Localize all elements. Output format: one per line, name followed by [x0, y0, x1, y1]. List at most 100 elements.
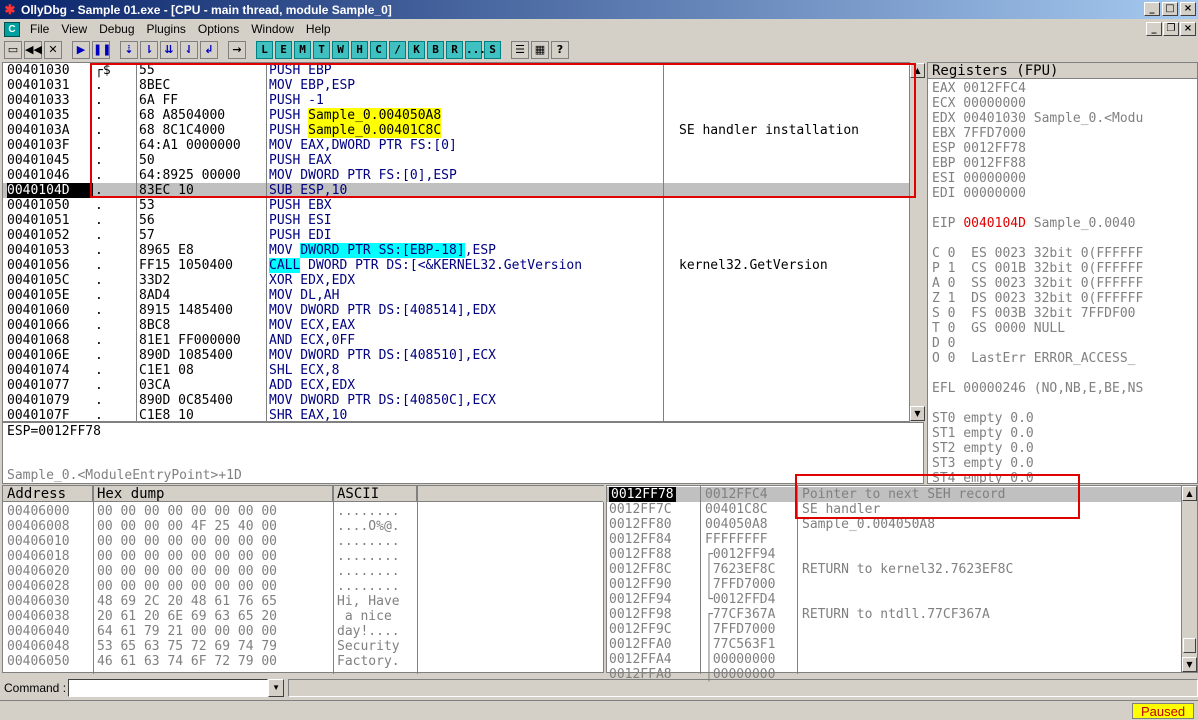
- trace-over-icon[interactable]: ⇃: [180, 41, 198, 59]
- toolbar-references-button[interactable]: R: [446, 41, 463, 59]
- execute-till-return-icon[interactable]: ↲: [200, 41, 218, 59]
- menu-file[interactable]: File: [24, 22, 55, 36]
- register-line[interactable]: ST2 empty 0.0: [932, 441, 1034, 456]
- register-line[interactable]: EFL 00000246 (NO,NB,E,BE,NS: [932, 381, 1143, 396]
- dump-col-hex[interactable]: Hex dump: [93, 486, 333, 502]
- trace-into-icon[interactable]: ⇊: [160, 41, 178, 59]
- goto-icon[interactable]: →: [228, 41, 246, 59]
- register-line[interactable]: T 0 GS 0000 NULL: [932, 321, 1065, 336]
- disasm-row[interactable]: 0040105C. 33D2 XOR EDX,EDX: [3, 273, 911, 288]
- dump-pane[interactable]: Address Hex dump ASCII 00406000 00 00 00 …: [2, 485, 605, 674]
- toolbar-memory-button[interactable]: M: [294, 41, 311, 59]
- disasm-row[interactable]: 00401079. 890D 0C85400 MOV DWORD PTR DS:[4…: [3, 393, 911, 408]
- minimize-button[interactable]: _: [1144, 2, 1160, 16]
- menu-plugins[interactable]: Plugins: [141, 22, 192, 36]
- mdi-restore-button[interactable]: ❐: [1163, 22, 1179, 36]
- register-line[interactable]: ST3 empty 0.0: [932, 456, 1034, 471]
- stack-row[interactable]: 0012FFA0 │77C563F1: [607, 637, 1181, 652]
- register-line[interactable]: D 0: [932, 336, 955, 351]
- register-line[interactable]: EAX 0012FFC4: [932, 81, 1026, 96]
- stack-scroll-down-arrow[interactable]: ▼: [1182, 657, 1197, 672]
- stack-scrollbar[interactable]: ▲ ▼: [1181, 486, 1197, 672]
- disasm-row[interactable]: 00401068. 81E1 FF000000 AND ECX,0FF: [3, 333, 911, 348]
- register-line[interactable]: O 0 LastErr ERROR_ACCESS_: [932, 351, 1136, 366]
- help-icon[interactable]: ?: [551, 41, 569, 59]
- list-icon[interactable]: ☰: [511, 41, 529, 59]
- disasm-row[interactable]: 00401051. 56 PUSH ESI: [3, 213, 911, 228]
- disasm-row[interactable]: 00401050. 53 PUSH EBX: [3, 198, 911, 213]
- mdi-minimize-button[interactable]: _: [1146, 22, 1162, 36]
- close-button[interactable]: ×: [1180, 2, 1196, 16]
- register-line[interactable]: A 0 SS 0023 32bit 0(FFFFFF: [932, 276, 1143, 291]
- menu-help[interactable]: Help: [300, 22, 337, 36]
- colors-icon[interactable]: ▦: [531, 41, 549, 59]
- register-line[interactable]: ESP 0012FF78: [932, 141, 1026, 156]
- register-line[interactable]: ST0 empty 0.0: [932, 411, 1034, 426]
- register-line[interactable]: ECX 00000000: [932, 96, 1026, 111]
- disasm-row[interactable]: 00401053. 8965 E8 MOV DWORD PTR SS:[EBP-18…: [3, 243, 911, 258]
- toolbar-breakpoints-button[interactable]: B: [427, 41, 444, 59]
- register-line[interactable]: S 0 FS 003B 32bit 7FFDF00: [932, 306, 1136, 321]
- stack-row[interactable]: 0012FF9C │7FFD7000: [607, 622, 1181, 637]
- stack-row[interactable]: 0012FF84 FFFFFFFF: [607, 532, 1181, 547]
- menu-options[interactable]: Options: [192, 22, 245, 36]
- stack-row[interactable]: 0012FF90 │7FFD7000: [607, 577, 1181, 592]
- toolbar-handles-button[interactable]: H: [351, 41, 368, 59]
- mdi-close-button[interactable]: ×: [1180, 22, 1196, 36]
- close-debuggee-icon[interactable]: ✕: [44, 41, 62, 59]
- toolbar-source-button[interactable]: S: [484, 41, 501, 59]
- register-line[interactable]: P 1 CS 001B 32bit 0(FFFFFF: [932, 261, 1143, 276]
- scroll-down-arrow[interactable]: ▼: [910, 406, 925, 421]
- register-line[interactable]: EBP 0012FF88: [932, 156, 1026, 171]
- dump-col-ascii[interactable]: ASCII: [333, 486, 417, 502]
- disasm-row[interactable]: 0040105E. 8AD4 MOV DL,AH: [3, 288, 911, 303]
- register-line[interactable]: EIP 0040104D Sample_0.0040: [932, 216, 1136, 231]
- cpu-window-icon[interactable]: C: [4, 21, 20, 37]
- eip-value[interactable]: 0040104D: [963, 216, 1026, 231]
- toolbar-windows-button[interactable]: W: [332, 41, 349, 59]
- register-line[interactable]: EBX 7FFD7000: [932, 126, 1026, 141]
- toolbar-modules-button[interactable]: E: [275, 41, 292, 59]
- toolbar-cpu-button[interactable]: C: [370, 41, 387, 59]
- toolbar-runtrace-button[interactable]: ...: [465, 41, 486, 59]
- register-line[interactable]: EDX 00401030 Sample_0.<Modu: [932, 111, 1143, 126]
- toolbar-patches-button[interactable]: /: [389, 41, 406, 59]
- step-over-icon[interactable]: ⇂: [140, 41, 158, 59]
- menu-debug[interactable]: Debug: [93, 22, 140, 36]
- toolbar-callstack-button[interactable]: K: [408, 41, 425, 59]
- register-line[interactable]: Z 1 DS 0023 32bit 0(FFFFFF: [932, 291, 1143, 306]
- disasm-row[interactable]: 00401056. FF15 1050400 CALL DWORD PTR DS:[…: [3, 258, 911, 273]
- command-dropdown-icon[interactable]: ▼: [268, 679, 285, 697]
- disasm-row[interactable]: 00401077. 03CA ADD ECX,EDX: [3, 378, 911, 393]
- pause-icon[interactable]: ❚❚: [92, 41, 111, 59]
- register-line[interactable]: C 0 ES 0023 32bit 0(FFFFFF: [932, 246, 1143, 261]
- menu-view[interactable]: View: [55, 22, 93, 36]
- stack-row[interactable]: 0012FF98 ┌77CF367A RETURN to ntdll.77CF367…: [607, 607, 1181, 622]
- register-line[interactable]: EDI 00000000: [932, 186, 1026, 201]
- disasm-row[interactable]: 0040106E. 890D 1085400 MOV DWORD PTR DS:[4…: [3, 348, 911, 363]
- stack-row[interactable]: 0012FFA4 │00000000: [607, 652, 1181, 667]
- step-into-icon[interactable]: ⇣: [120, 41, 138, 59]
- menu-window[interactable]: Window: [245, 22, 300, 36]
- rewind-icon[interactable]: ◀◀: [24, 41, 42, 59]
- stack-row[interactable]: 0012FF80 004050A8 Sample_0.004050A8: [607, 517, 1181, 532]
- toolbar-log-button[interactable]: L: [256, 41, 273, 59]
- open-icon[interactable]: ▭: [4, 41, 22, 59]
- disasm-row[interactable]: 00401052. 57 PUSH EDI: [3, 228, 911, 243]
- disasm-row[interactable]: 00401066. 8BC8 MOV ECX,EAX: [3, 318, 911, 333]
- stack-scroll-up-arrow[interactable]: ▲: [1182, 486, 1197, 501]
- stack-row[interactable]: 0012FF94 └0012FFD4: [607, 592, 1181, 607]
- command-input[interactable]: [68, 679, 269, 697]
- toolbar-threads-button[interactable]: T: [313, 41, 330, 59]
- stack-scroll-thumb[interactable]: [1183, 638, 1196, 653]
- disasm-row[interactable]: 00401060. 8915 1485400 MOV DWORD PTR DS:[4…: [3, 303, 911, 318]
- register-line[interactable]: ESI 00000000: [932, 171, 1026, 186]
- run-icon[interactable]: ▶: [72, 41, 90, 59]
- register-line[interactable]: ST1 empty 0.0: [932, 426, 1034, 441]
- registers-pane[interactable]: Registers (FPU) EAX 0012FFC4 ECX 00000000…: [927, 62, 1198, 484]
- dump-col-address[interactable]: Address: [3, 486, 93, 502]
- disasm-row[interactable]: 00401074. C1E1 08 SHL ECX,8: [3, 363, 911, 378]
- stack-row[interactable]: 0012FF88 ┌0012FF94: [607, 547, 1181, 562]
- disasm-row[interactable]: 0040107F. C1E8 10 SHR EAX,10: [3, 408, 911, 423]
- maximize-button[interactable]: □: [1162, 2, 1178, 16]
